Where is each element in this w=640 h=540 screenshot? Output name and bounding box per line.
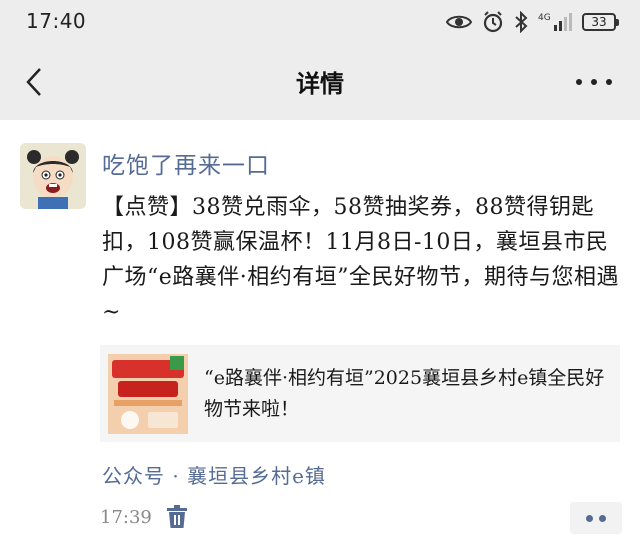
author-name[interactable]: 吃饱了再来一口	[102, 146, 270, 180]
more-dot	[606, 79, 612, 85]
article-title: “e路襄伴·相约有垣”2025襄垣县乡村e镇全民好物节来啦！	[204, 366, 605, 420]
avatar-cartoon-icon	[20, 143, 86, 209]
status-icons: 4G 33	[446, 9, 619, 35]
eye-icon	[446, 15, 472, 29]
network-label: 4G	[538, 13, 551, 23]
alarm-icon	[483, 11, 503, 33]
more-dot	[591, 79, 597, 85]
delete-button[interactable]	[166, 505, 188, 529]
post-text: 【点赞】38赞兑雨伞，58赞抽奖券，88赞得钥匙扣，108赞赢保温杯！11月8日…	[102, 195, 620, 325]
comment-dot-icon	[599, 514, 606, 522]
source-link[interactable]: 公众号 · 襄垣县乡村e镇	[102, 460, 326, 489]
article-thumbnail-image	[108, 353, 188, 434]
status-time: 17:40	[26, 9, 87, 33]
more-button[interactable]	[576, 70, 612, 94]
comment-like-button[interactable]	[570, 502, 622, 534]
top-bar: 17:40 4G 33 详情	[0, 0, 640, 120]
battery-level: 33	[591, 15, 607, 29]
post-time: 17:39	[100, 507, 152, 528]
trash-icon	[167, 505, 187, 528]
battery-icon: 33	[582, 13, 619, 31]
bluetooth-icon	[515, 11, 528, 33]
page-title: 详情	[296, 70, 344, 98]
comment-dot-icon	[586, 514, 593, 522]
shared-article-card[interactable]: “e路襄伴·相约有垣”2025襄垣县乡村e镇全民好物节来啦！	[100, 345, 620, 442]
avatar[interactable]	[20, 143, 86, 209]
signal-icon: 4G	[538, 13, 572, 31]
more-dots-icon	[576, 79, 582, 85]
article-thumbnail	[108, 353, 188, 434]
